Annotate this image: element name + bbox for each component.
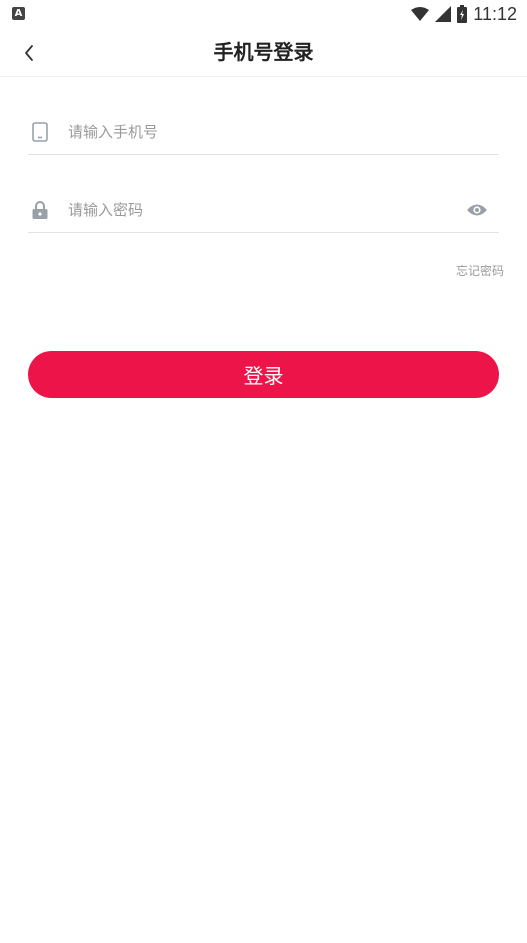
status-bar-right: 11:12 xyxy=(411,3,517,25)
login-button[interactable]: 登录 xyxy=(28,351,499,398)
nav-bar: 手机号登录 xyxy=(0,28,527,77)
status-time: 11:12 xyxy=(473,3,517,24)
password-input[interactable] xyxy=(66,194,463,226)
eye-icon xyxy=(467,204,487,216)
lock-icon xyxy=(28,198,52,222)
password-visibility-toggle[interactable] xyxy=(463,198,491,222)
phone-field[interactable] xyxy=(28,110,499,155)
battery-icon xyxy=(457,5,468,23)
a-icon: A xyxy=(12,7,25,20)
phone-icon xyxy=(28,120,52,144)
status-bar: A 11:12 xyxy=(0,0,527,28)
password-field[interactable] xyxy=(28,188,499,233)
forgot-password-link[interactable]: 忘记密码 xyxy=(456,262,504,279)
signal-icon xyxy=(435,6,452,22)
page-title: 手机号登录 xyxy=(213,40,314,64)
wifi-icon xyxy=(411,7,430,21)
phone-input[interactable] xyxy=(66,116,499,148)
